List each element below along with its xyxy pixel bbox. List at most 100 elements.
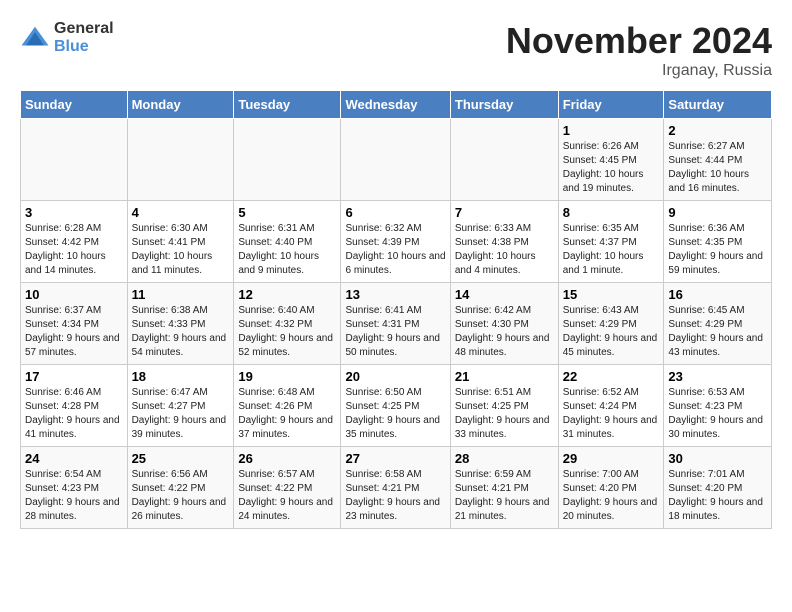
day-info: Sunrise: 6:50 AM Sunset: 4:25 PM Dayligh… xyxy=(345,386,445,442)
day-number: 21 xyxy=(455,369,554,384)
logo-general-text: General xyxy=(54,20,114,38)
day-info: Sunrise: 6:28 AM Sunset: 4:42 PM Dayligh… xyxy=(25,222,123,278)
day-number: 18 xyxy=(132,369,230,384)
day-info: Sunrise: 6:30 AM Sunset: 4:41 PM Dayligh… xyxy=(132,222,230,278)
calendar-cell: 6 Sunrise: 6:32 AM Sunset: 4:39 PM Daylig… xyxy=(341,201,450,283)
day-number: 3 xyxy=(25,205,123,220)
calendar-cell: 20 Sunrise: 6:50 AM Sunset: 4:25 PM Dayli… xyxy=(341,365,450,447)
calendar-cell: 15 Sunrise: 6:43 AM Sunset: 4:29 PM Dayli… xyxy=(558,283,664,365)
logo: General Blue xyxy=(20,20,114,55)
day-info: Sunrise: 6:35 AM Sunset: 4:37 PM Dayligh… xyxy=(563,222,660,278)
calendar-cell: 10 Sunrise: 6:37 AM Sunset: 4:34 PM Dayli… xyxy=(21,283,128,365)
day-info: Sunrise: 6:51 AM Sunset: 4:25 PM Dayligh… xyxy=(455,386,554,442)
day-info: Sunrise: 6:53 AM Sunset: 4:23 PM Dayligh… xyxy=(668,386,767,442)
day-number: 22 xyxy=(563,369,660,384)
calendar-cell xyxy=(450,119,558,201)
header-monday: Monday xyxy=(127,91,234,119)
calendar-cell: 22Sunrise: 6:52 AM Sunset: 4:24 PM Dayli… xyxy=(558,365,664,447)
calendar-cell: 9Sunrise: 6:36 AM Sunset: 4:35 PM Daylig… xyxy=(664,201,772,283)
day-number: 29 xyxy=(563,451,660,466)
day-number: 15 xyxy=(563,287,660,302)
day-info: Sunrise: 6:32 AM Sunset: 4:39 PM Dayligh… xyxy=(345,222,445,278)
day-info: Sunrise: 6:37 AM Sunset: 4:34 PM Dayligh… xyxy=(25,304,123,360)
day-number: 25 xyxy=(132,451,230,466)
day-info: Sunrise: 7:01 AM Sunset: 4:20 PM Dayligh… xyxy=(668,468,767,524)
calendar-cell: 5 Sunrise: 6:31 AM Sunset: 4:40 PM Daylig… xyxy=(234,201,341,283)
day-number: 10 xyxy=(25,287,123,302)
day-number: 8 xyxy=(563,205,660,220)
day-info: Sunrise: 6:33 AM Sunset: 4:38 PM Dayligh… xyxy=(455,222,554,278)
logo-icon xyxy=(20,23,50,53)
day-number: 19 xyxy=(238,369,336,384)
location: Irganay, Russia xyxy=(506,62,772,80)
calendar-cell: 17 Sunrise: 6:46 AM Sunset: 4:28 PM Dayli… xyxy=(21,365,128,447)
day-info: Sunrise: 6:45 AM Sunset: 4:29 PM Dayligh… xyxy=(668,304,767,360)
day-number: 4 xyxy=(132,205,230,220)
calendar-cell xyxy=(21,119,128,201)
calendar-cell: 25 Sunrise: 6:56 AM Sunset: 4:22 PM Dayli… xyxy=(127,447,234,529)
day-info: Sunrise: 6:41 AM Sunset: 4:31 PM Dayligh… xyxy=(345,304,445,360)
day-info: Sunrise: 6:46 AM Sunset: 4:28 PM Dayligh… xyxy=(25,386,123,442)
day-info: Sunrise: 6:31 AM Sunset: 4:40 PM Dayligh… xyxy=(238,222,336,278)
calendar-cell: 2 Sunrise: 6:27 AM Sunset: 4:44 PM Daylig… xyxy=(664,119,772,201)
calendar-cell: 29Sunrise: 7:00 AM Sunset: 4:20 PM Dayli… xyxy=(558,447,664,529)
calendar-cell: 11Sunrise: 6:38 AM Sunset: 4:33 PM Dayli… xyxy=(127,283,234,365)
calendar-cell: 13Sunrise: 6:41 AM Sunset: 4:31 PM Dayli… xyxy=(341,283,450,365)
calendar-cell: 18 Sunrise: 6:47 AM Sunset: 4:27 PM Dayli… xyxy=(127,365,234,447)
day-info: Sunrise: 6:56 AM Sunset: 4:22 PM Dayligh… xyxy=(132,468,230,524)
calendar-cell xyxy=(234,119,341,201)
calendar-cell: 1Sunrise: 6:26 AM Sunset: 4:45 PM Daylig… xyxy=(558,119,664,201)
day-info: Sunrise: 6:40 AM Sunset: 4:32 PM Dayligh… xyxy=(238,304,336,360)
day-number: 27 xyxy=(345,451,445,466)
title-block: November 2024 Irganay, Russia xyxy=(506,20,772,80)
day-number: 9 xyxy=(668,205,767,220)
header-thursday: Thursday xyxy=(450,91,558,119)
logo-blue-text: Blue xyxy=(54,38,114,56)
day-info: Sunrise: 6:38 AM Sunset: 4:33 PM Dayligh… xyxy=(132,304,230,360)
calendar-cell: 30Sunrise: 7:01 AM Sunset: 4:20 PM Dayli… xyxy=(664,447,772,529)
calendar-cell xyxy=(127,119,234,201)
header-tuesday: Tuesday xyxy=(234,91,341,119)
day-number: 2 xyxy=(668,123,767,138)
calendar-cell: 21 Sunrise: 6:51 AM Sunset: 4:25 PM Dayli… xyxy=(450,365,558,447)
day-number: 6 xyxy=(345,205,445,220)
day-info: Sunrise: 6:48 AM Sunset: 4:26 PM Dayligh… xyxy=(238,386,336,442)
calendar-cell: 16 Sunrise: 6:45 AM Sunset: 4:29 PM Dayli… xyxy=(664,283,772,365)
day-number: 16 xyxy=(668,287,767,302)
day-number: 5 xyxy=(238,205,336,220)
calendar-cell: 8 Sunrise: 6:35 AM Sunset: 4:37 PM Daylig… xyxy=(558,201,664,283)
page-header: General Blue November 2024 Irganay, Russ… xyxy=(20,20,772,80)
calendar-cell: 4 Sunrise: 6:30 AM Sunset: 4:41 PM Daylig… xyxy=(127,201,234,283)
calendar-cell: 23Sunrise: 6:53 AM Sunset: 4:23 PM Dayli… xyxy=(664,365,772,447)
day-info: Sunrise: 6:54 AM Sunset: 4:23 PM Dayligh… xyxy=(25,468,123,524)
day-info: Sunrise: 6:27 AM Sunset: 4:44 PM Dayligh… xyxy=(668,140,767,196)
day-info: Sunrise: 6:43 AM Sunset: 4:29 PM Dayligh… xyxy=(563,304,660,360)
calendar-cell: 7 Sunrise: 6:33 AM Sunset: 4:38 PM Daylig… xyxy=(450,201,558,283)
day-number: 24 xyxy=(25,451,123,466)
calendar-cell: 12 Sunrise: 6:40 AM Sunset: 4:32 PM Dayli… xyxy=(234,283,341,365)
calendar-table: SundayMondayTuesdayWednesdayThursdayFrid… xyxy=(20,90,772,529)
header-saturday: Saturday xyxy=(664,91,772,119)
day-info: Sunrise: 6:42 AM Sunset: 4:30 PM Dayligh… xyxy=(455,304,554,360)
day-number: 1 xyxy=(563,123,660,138)
day-number: 28 xyxy=(455,451,554,466)
calendar-cell: 14 Sunrise: 6:42 AM Sunset: 4:30 PM Dayli… xyxy=(450,283,558,365)
header-sunday: Sunday xyxy=(21,91,128,119)
day-info: Sunrise: 6:59 AM Sunset: 4:21 PM Dayligh… xyxy=(455,468,554,524)
day-info: Sunrise: 6:57 AM Sunset: 4:22 PM Dayligh… xyxy=(238,468,336,524)
day-info: Sunrise: 6:47 AM Sunset: 4:27 PM Dayligh… xyxy=(132,386,230,442)
calendar-cell: 27Sunrise: 6:58 AM Sunset: 4:21 PM Dayli… xyxy=(341,447,450,529)
calendar-header: SundayMondayTuesdayWednesdayThursdayFrid… xyxy=(21,91,772,119)
calendar-cell xyxy=(341,119,450,201)
calendar-cell: 24 Sunrise: 6:54 AM Sunset: 4:23 PM Dayli… xyxy=(21,447,128,529)
day-number: 7 xyxy=(455,205,554,220)
day-number: 14 xyxy=(455,287,554,302)
calendar-cell: 28 Sunrise: 6:59 AM Sunset: 4:21 PM Dayli… xyxy=(450,447,558,529)
day-number: 26 xyxy=(238,451,336,466)
header-wednesday: Wednesday xyxy=(341,91,450,119)
day-number: 20 xyxy=(345,369,445,384)
calendar-cell: 19 Sunrise: 6:48 AM Sunset: 4:26 PM Dayli… xyxy=(234,365,341,447)
calendar-cell: 3 Sunrise: 6:28 AM Sunset: 4:42 PM Daylig… xyxy=(21,201,128,283)
day-number: 12 xyxy=(238,287,336,302)
day-number: 17 xyxy=(25,369,123,384)
